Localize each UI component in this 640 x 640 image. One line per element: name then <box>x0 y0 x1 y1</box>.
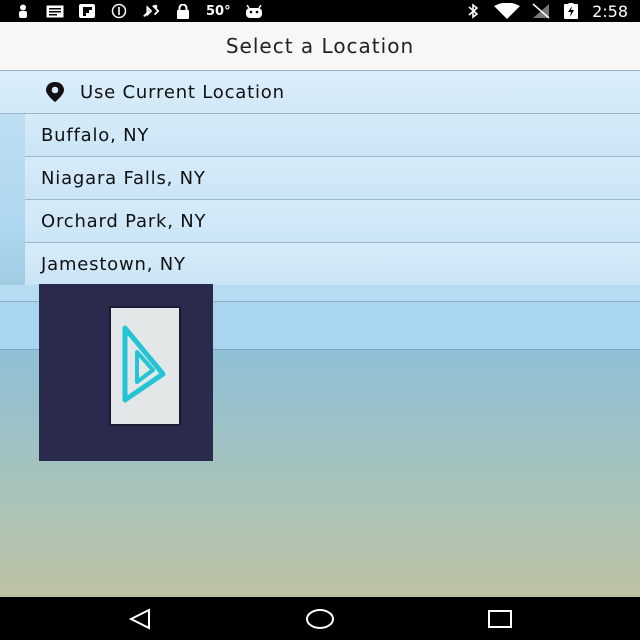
location-header: Select a Location <box>0 22 640 71</box>
location-label: Jamestown, NY <box>41 253 186 275</box>
signal-icon <box>532 3 550 19</box>
back-icon <box>128 608 150 630</box>
home-icon <box>306 609 334 629</box>
back-button[interactable] <box>120 604 160 634</box>
status-bar: 50° 2:58 <box>0 0 640 22</box>
location-label: Niagara Falls, NY <box>41 167 206 189</box>
location-label: Buffalo, NY <box>41 124 150 146</box>
ad-card <box>109 306 181 426</box>
use-current-location-item[interactable]: Use Current Location <box>0 71 640 114</box>
home-button[interactable] <box>300 604 340 634</box>
location-list: Use Current Location Buffalo, NY Niagara… <box>0 71 640 286</box>
navigation-bar <box>0 597 640 640</box>
location-pin-icon <box>44 81 66 103</box>
flipboard-icon <box>78 4 96 18</box>
location-item-jamestown[interactable]: Jamestown, NY <box>25 243 640 286</box>
recents-icon <box>488 610 512 628</box>
recents-button[interactable] <box>480 604 520 634</box>
location-item-buffalo[interactable]: Buffalo, NY <box>25 114 640 157</box>
clock-text: 2:58 <box>592 1 628 21</box>
ad-image[interactable] <box>39 284 213 461</box>
battery-charging-icon <box>562 3 580 19</box>
message-icon <box>46 4 64 18</box>
android-icon <box>245 4 263 18</box>
location-item-orchard-park[interactable]: Orchard Park, NY <box>25 200 640 243</box>
satellite-icon <box>142 4 160 18</box>
lock-icon <box>174 3 192 19</box>
wifi-icon <box>494 3 521 19</box>
person-icon <box>14 4 32 18</box>
location-label: Orchard Park, NY <box>41 210 207 232</box>
bluetooth-icon <box>464 3 482 19</box>
temperature-text: 50° <box>206 3 231 19</box>
sync-icon <box>110 3 128 19</box>
page-title: Select a Location <box>225 34 415 58</box>
play-logo-icon <box>122 325 166 403</box>
use-current-location-label: Use Current Location <box>80 81 285 103</box>
location-item-niagara-falls[interactable]: Niagara Falls, NY <box>25 157 640 200</box>
